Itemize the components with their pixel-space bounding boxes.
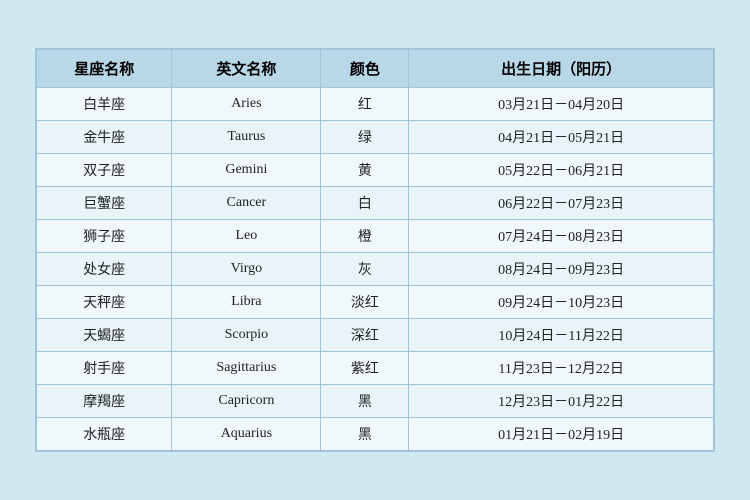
header-en: 英文名称 — [172, 50, 321, 88]
cell-color: 黑 — [321, 385, 409, 418]
cell-color: 白 — [321, 187, 409, 220]
table-row: 金牛座Taurus绿04月21日－05月21日 — [37, 121, 714, 154]
cell-date: 03月21日－04月20日 — [409, 88, 714, 121]
table-row: 水瓶座Aquarius黑01月21日－02月19日 — [37, 418, 714, 451]
cell-color: 红 — [321, 88, 409, 121]
cell-en: Gemini — [172, 154, 321, 187]
cell-date: 08月24日－09月23日 — [409, 253, 714, 286]
cell-en: Virgo — [172, 253, 321, 286]
cell-date: 12月23日－01月22日 — [409, 385, 714, 418]
cell-date: 01月21日－02月19日 — [409, 418, 714, 451]
cell-en: Cancer — [172, 187, 321, 220]
table-row: 白羊座Aries红03月21日－04月20日 — [37, 88, 714, 121]
table-row: 射手座Sagittarius紫红11月23日－12月22日 — [37, 352, 714, 385]
table-row: 天蝎座Scorpio深红10月24日－11月22日 — [37, 319, 714, 352]
cell-color: 黑 — [321, 418, 409, 451]
table-row: 巨蟹座Cancer白06月22日－07月23日 — [37, 187, 714, 220]
table-header-row: 星座名称 英文名称 颜色 出生日期（阳历） — [37, 50, 714, 88]
cell-color: 灰 — [321, 253, 409, 286]
cell-color: 淡红 — [321, 286, 409, 319]
zodiac-table-container: 星座名称 英文名称 颜色 出生日期（阳历） 白羊座Aries红03月21日－04… — [35, 48, 715, 452]
zodiac-table: 星座名称 英文名称 颜色 出生日期（阳历） 白羊座Aries红03月21日－04… — [36, 49, 714, 451]
cell-en: Taurus — [172, 121, 321, 154]
cell-zh: 双子座 — [37, 154, 172, 187]
header-date: 出生日期（阳历） — [409, 50, 714, 88]
cell-en: Aries — [172, 88, 321, 121]
header-color: 颜色 — [321, 50, 409, 88]
cell-color: 黄 — [321, 154, 409, 187]
cell-date: 06月22日－07月23日 — [409, 187, 714, 220]
table-row: 摩羯座Capricorn黑12月23日－01月22日 — [37, 385, 714, 418]
cell-color: 深红 — [321, 319, 409, 352]
table-row: 双子座Gemini黄05月22日－06月21日 — [37, 154, 714, 187]
cell-zh: 金牛座 — [37, 121, 172, 154]
cell-en: Sagittarius — [172, 352, 321, 385]
cell-date: 10月24日－11月22日 — [409, 319, 714, 352]
cell-zh: 摩羯座 — [37, 385, 172, 418]
cell-color: 绿 — [321, 121, 409, 154]
cell-en: Aquarius — [172, 418, 321, 451]
cell-zh: 射手座 — [37, 352, 172, 385]
cell-date: 05月22日－06月21日 — [409, 154, 714, 187]
cell-date: 09月24日－10月23日 — [409, 286, 714, 319]
cell-zh: 白羊座 — [37, 88, 172, 121]
cell-en: Scorpio — [172, 319, 321, 352]
table-row: 天秤座Libra淡红09月24日－10月23日 — [37, 286, 714, 319]
cell-color: 橙 — [321, 220, 409, 253]
cell-date: 07月24日－08月23日 — [409, 220, 714, 253]
cell-zh: 水瓶座 — [37, 418, 172, 451]
cell-zh: 巨蟹座 — [37, 187, 172, 220]
cell-zh: 处女座 — [37, 253, 172, 286]
table-row: 处女座Virgo灰08月24日－09月23日 — [37, 253, 714, 286]
table-row: 狮子座Leo橙07月24日－08月23日 — [37, 220, 714, 253]
header-zh: 星座名称 — [37, 50, 172, 88]
cell-zh: 狮子座 — [37, 220, 172, 253]
cell-zh: 天蝎座 — [37, 319, 172, 352]
cell-en: Leo — [172, 220, 321, 253]
cell-color: 紫红 — [321, 352, 409, 385]
cell-en: Libra — [172, 286, 321, 319]
cell-date: 11月23日－12月22日 — [409, 352, 714, 385]
cell-date: 04月21日－05月21日 — [409, 121, 714, 154]
cell-en: Capricorn — [172, 385, 321, 418]
cell-zh: 天秤座 — [37, 286, 172, 319]
